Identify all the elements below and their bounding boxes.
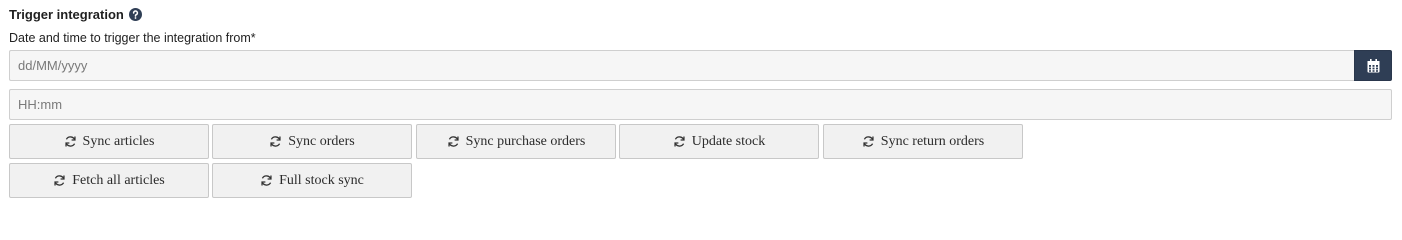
date-picker: [9, 50, 1392, 81]
full-stock-sync-button[interactable]: Full stock sync: [212, 163, 412, 198]
sync-purchase-orders-label: Sync purchase orders: [465, 133, 586, 149]
sync-icon: [64, 136, 76, 147]
datetime-label: Date and time to trigger the integration…: [9, 31, 256, 45]
calendar-icon: [1367, 58, 1379, 72]
sync-return-orders-label: Sync return orders: [880, 133, 985, 149]
fetch-all-articles-button[interactable]: Fetch all articles: [9, 163, 209, 198]
update-stock-label: Update stock: [691, 133, 766, 149]
sync-return-orders-button[interactable]: Sync return orders: [823, 124, 1023, 159]
sync-icon: [448, 136, 459, 147]
date-input[interactable]: [9, 50, 1354, 81]
sync-articles-label: Sync articles: [82, 133, 155, 149]
section-title: Trigger integration: [9, 6, 124, 22]
sync-icon: [270, 136, 281, 147]
sync-articles-button[interactable]: Sync articles: [9, 124, 209, 159]
sync-icon: [674, 136, 685, 147]
sync-icon: [863, 136, 874, 147]
time-input[interactable]: [9, 89, 1392, 120]
full-stock-sync-label: Full stock sync: [279, 172, 364, 188]
sync-icon: [261, 175, 272, 186]
sync-orders-label: Sync orders: [288, 133, 355, 149]
update-stock-button[interactable]: Update stock: [619, 124, 819, 159]
fetch-all-articles-label: Fetch all articles: [72, 172, 165, 188]
calendar-button[interactable]: [1354, 50, 1392, 81]
sync-purchase-orders-button[interactable]: Sync purchase orders: [416, 124, 616, 159]
sync-icon: [54, 175, 65, 186]
question-circle-icon[interactable]: [128, 7, 142, 21]
sync-orders-button[interactable]: Sync orders: [212, 124, 412, 159]
section-heading: Trigger integration: [9, 5, 142, 23]
